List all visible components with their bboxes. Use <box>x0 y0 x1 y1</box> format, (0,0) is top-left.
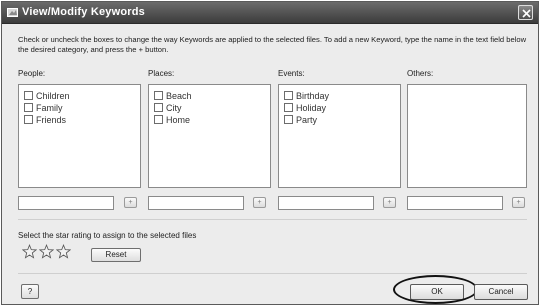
keyword-checkbox-party[interactable]: Party <box>284 114 317 125</box>
keyword-checkbox-birthday[interactable]: Birthday <box>284 90 329 101</box>
keywords-dialog: View/Modify Keywords Check or uncheck th… <box>1 1 539 305</box>
checkbox[interactable] <box>24 103 33 112</box>
star-rating[interactable] <box>22 244 71 259</box>
divider <box>18 219 527 220</box>
checkbox[interactable] <box>284 103 293 112</box>
app-icon <box>7 8 18 17</box>
cancel-button[interactable]: Cancel <box>474 284 528 300</box>
checkbox[interactable] <box>284 91 293 100</box>
star-icon[interactable] <box>22 244 37 259</box>
others-label: Others: <box>407 69 434 78</box>
keyword-checkbox-holiday[interactable]: Holiday <box>284 102 326 113</box>
keyword-checkbox-city[interactable]: City <box>154 102 182 113</box>
keyword-checkbox-family[interactable]: Family <box>24 102 63 113</box>
places-list[interactable]: Beach City Home <box>148 84 271 188</box>
events-label: Events: <box>278 69 305 78</box>
rating-label: Select the star rating to assign to the … <box>18 231 197 240</box>
keyword-label: City <box>166 102 182 113</box>
people-new-keyword-input[interactable] <box>18 196 114 210</box>
events-new-keyword-input[interactable] <box>278 196 374 210</box>
keyword-label: Holiday <box>296 102 327 113</box>
dialog-title: View/Modify Keywords <box>22 6 145 18</box>
reset-button[interactable]: Reset <box>91 248 141 262</box>
close-icon <box>522 9 531 18</box>
star-icon[interactable] <box>39 244 54 259</box>
places-new-keyword-input[interactable] <box>148 196 244 210</box>
events-list[interactable]: Birthday Holiday Party <box>278 84 401 188</box>
keyword-checkbox-children[interactable]: Children <box>24 90 70 101</box>
others-list[interactable] <box>407 84 527 188</box>
star-icon[interactable] <box>56 244 71 259</box>
places-label: Places: <box>148 69 175 78</box>
keyword-label: Party <box>296 114 318 125</box>
help-button[interactable]: ? <box>21 284 39 299</box>
checkbox[interactable] <box>24 91 33 100</box>
places-add-button[interactable]: + <box>253 197 266 208</box>
others-add-button[interactable]: + <box>512 197 525 208</box>
instructions-text: Check or uncheck the boxes to change the… <box>18 35 527 54</box>
keyword-label: Home <box>166 114 191 125</box>
checkbox[interactable] <box>24 115 33 124</box>
keyword-checkbox-home[interactable]: Home <box>154 114 190 125</box>
close-button[interactable] <box>518 5 533 20</box>
title-bar[interactable]: View/Modify Keywords <box>2 2 538 24</box>
events-add-button[interactable]: + <box>383 197 396 208</box>
checkbox[interactable] <box>284 115 293 124</box>
ok-highlight-circle <box>393 275 478 304</box>
keyword-label: Friends <box>36 114 67 125</box>
keyword-checkbox-friends[interactable]: Friends <box>24 114 66 125</box>
checkbox[interactable] <box>154 115 163 124</box>
divider <box>18 273 527 274</box>
people-list[interactable]: Children Family Friends <box>18 84 141 188</box>
others-new-keyword-input[interactable] <box>407 196 503 210</box>
checkbox[interactable] <box>154 91 163 100</box>
keyword-label: Children <box>36 90 70 101</box>
keyword-label: Family <box>36 102 63 113</box>
checkbox[interactable] <box>154 103 163 112</box>
keyword-checkbox-beach[interactable]: Beach <box>154 90 192 101</box>
keyword-label: Birthday <box>296 90 330 101</box>
people-add-button[interactable]: + <box>124 197 137 208</box>
people-label: People: <box>18 69 46 78</box>
keyword-label: Beach <box>166 90 192 101</box>
